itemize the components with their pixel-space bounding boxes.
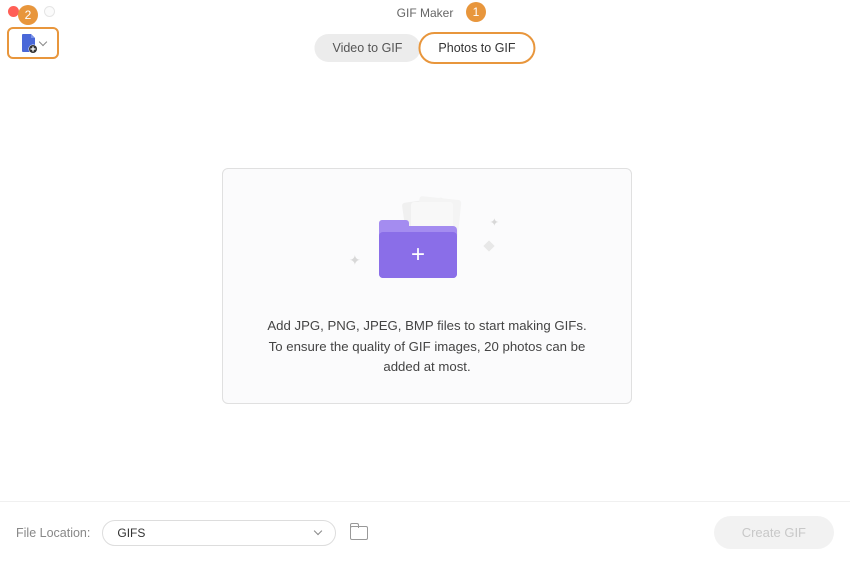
maximize-window-icon[interactable] — [44, 6, 55, 17]
dropzone[interactable]: + ✦ ✦ Add JPG, PNG, JPEG, BMP files to s… — [222, 168, 632, 404]
chevron-down-icon — [39, 37, 47, 45]
folder-illustration: + ✦ ✦ — [357, 194, 497, 294]
dropzone-instructions: Add JPG, PNG, JPEG, BMP files to start m… — [259, 316, 595, 377]
folder-add-icon: + — [379, 220, 457, 278]
file-location-label: File Location: — [16, 526, 90, 540]
annotation-badge-2: 2 — [18, 5, 38, 25]
chevron-down-icon — [314, 527, 322, 535]
file-location-value: GIFS — [117, 526, 145, 540]
window-title: GIF Maker — [397, 6, 454, 20]
add-file-button[interactable] — [7, 27, 59, 59]
annotation-badge-1: 1 — [466, 2, 486, 22]
folder-icon — [350, 526, 368, 540]
tab-video-to-gif[interactable]: Video to GIF — [314, 34, 420, 62]
create-gif-button[interactable]: Create GIF — [714, 516, 834, 549]
footer-bar: File Location: GIFS Create GIF — [0, 501, 850, 563]
file-location-select[interactable]: GIFS — [102, 520, 336, 546]
titlebar: GIF Maker — [0, 0, 850, 26]
document-add-icon — [20, 33, 38, 53]
browse-folder-button[interactable] — [350, 526, 368, 540]
mode-tabs: Video to GIF Photos to GIF — [314, 32, 535, 64]
tab-photos-to-gif[interactable]: Photos to GIF — [418, 32, 535, 64]
